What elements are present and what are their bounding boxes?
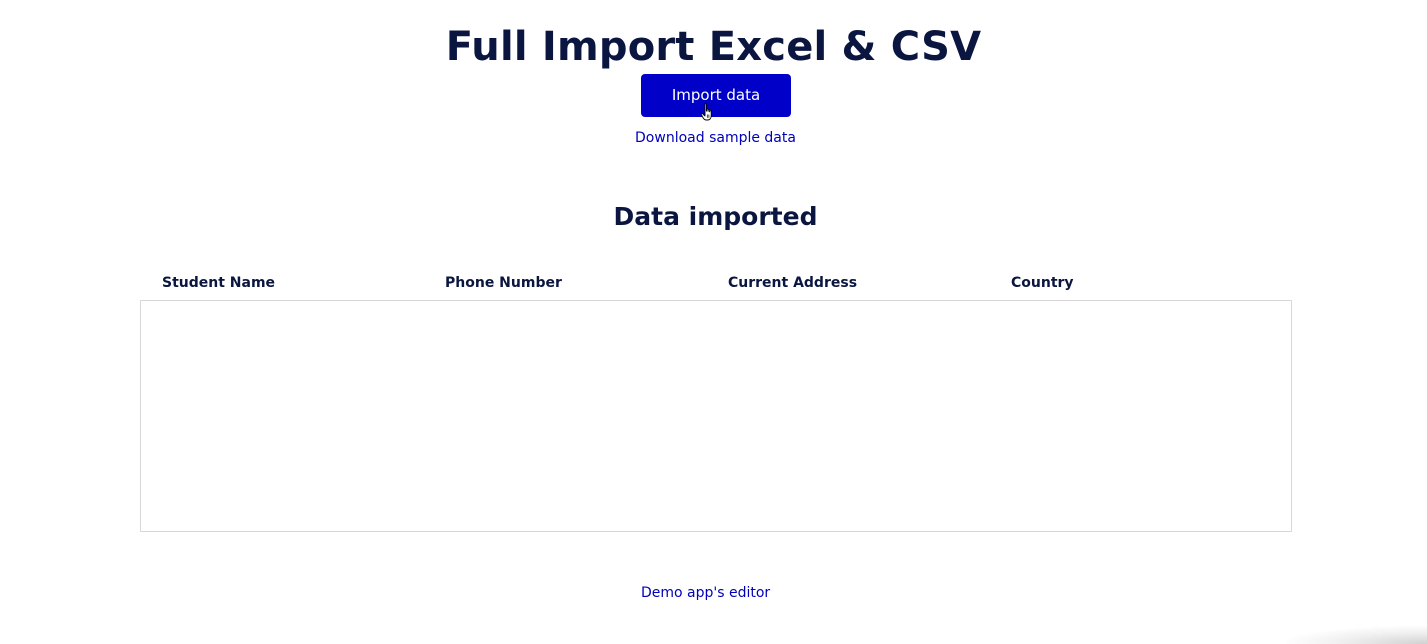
table-header: Student Name Phone Number Current Addres… bbox=[140, 272, 1292, 294]
section-title: Data imported bbox=[613, 202, 818, 231]
demo-app-editor-link[interactable]: Demo app's editor bbox=[641, 583, 770, 603]
column-header-student-name: Student Name bbox=[162, 275, 276, 291]
window-corner-shadow bbox=[1287, 626, 1427, 644]
column-header-current-address: Current Address bbox=[728, 275, 858, 291]
import-data-button[interactable]: Import data bbox=[641, 74, 791, 117]
page-title: Full Import Excel & CSV bbox=[445, 24, 982, 70]
download-sample-data-link[interactable]: Download sample data bbox=[0, 128, 1427, 148]
page: Full Import Excel & CSV Import data Down… bbox=[0, 0, 1427, 644]
column-header-phone-number: Phone Number bbox=[445, 275, 562, 291]
column-header-country: Country bbox=[1011, 275, 1074, 291]
data-table-body bbox=[140, 300, 1292, 532]
